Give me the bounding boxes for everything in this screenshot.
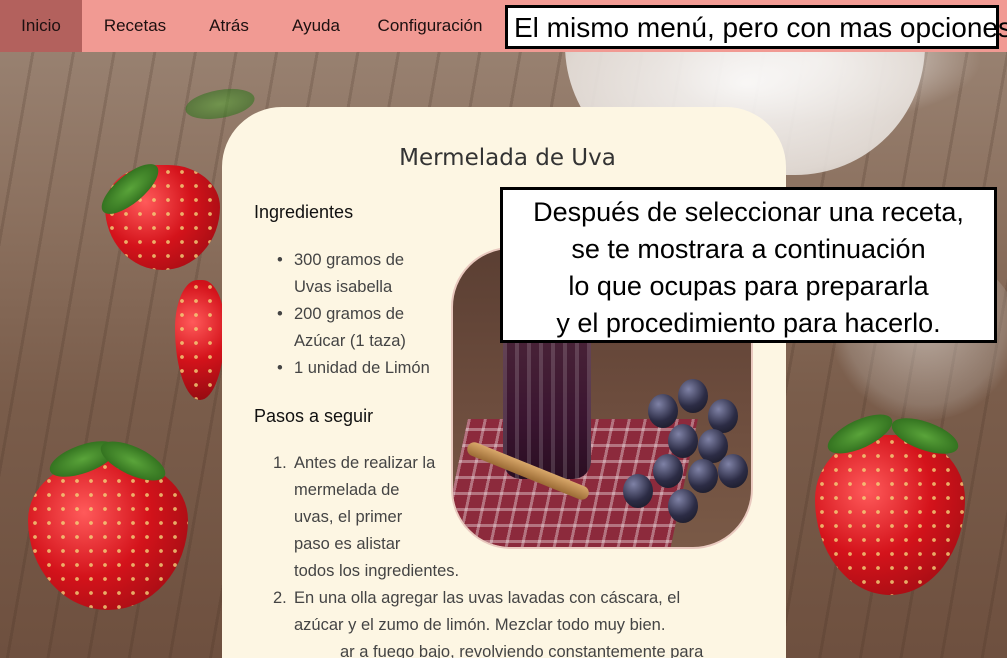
list-item: 2. En una olla agregar las uvas lavadas …	[273, 589, 704, 658]
list-item: 1 unidad de Limón	[273, 355, 453, 382]
nav-item-recetas[interactable]: Recetas	[82, 0, 188, 52]
steps-heading: Pasos a seguir	[254, 406, 374, 426]
list-item: 200 gramos de Azúcar (1 taza)	[273, 301, 453, 355]
list-item: 1. Antes de realizar la mermelada de uva…	[273, 454, 460, 580]
steps-list: 1. Antes de realizar la mermelada de uva…	[273, 450, 703, 658]
nav-item-ayuda[interactable]: Ayuda	[270, 0, 362, 52]
strawberry-image	[815, 406, 970, 595]
nav-item-inicio[interactable]: Inicio	[0, 0, 82, 52]
menu-annotation: El mismo menú, pero con mas opciones.	[505, 5, 1007, 49]
recipe-title: Mermelada de Uva	[399, 145, 616, 171]
ingredients-list: 300 gramos de Uvas isabella 200 gramos d…	[273, 247, 453, 382]
list-item: 300 gramos de Uvas isabella	[273, 247, 453, 301]
recipe-annotation: Después de seleccionar una receta, se te…	[500, 187, 997, 343]
strawberry-image	[28, 433, 188, 610]
strawberry-image	[175, 280, 225, 400]
nav-item-configuracion[interactable]: Configuración	[362, 0, 498, 52]
nav-item-atras[interactable]: Atrás	[188, 0, 270, 52]
ingredients-heading: Ingredientes	[254, 202, 354, 222]
